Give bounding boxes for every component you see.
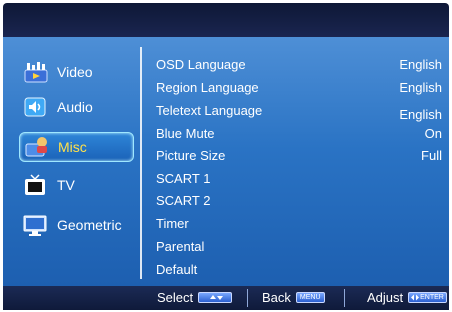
menu-row-label: Picture Size	[156, 147, 226, 163]
tv-icon	[23, 174, 49, 196]
menu-row-scart-2[interactable]: SCART 2	[156, 189, 446, 211]
footer-divider	[344, 289, 345, 307]
sidebar-item-misc[interactable]: Misc	[19, 132, 134, 162]
footer-divider	[247, 289, 248, 307]
menu-row-region-language[interactable]: Region Language English	[156, 76, 446, 98]
footer-adjust-label: Adjust	[367, 290, 404, 305]
menu-row-label: OSD Language	[156, 56, 246, 72]
menu-divider	[140, 47, 142, 279]
menu-row-value: English	[399, 106, 442, 122]
menu-panel: Video Audio Misc TV Geometric OSD Langua…	[3, 37, 449, 286]
sidebar-item-audio[interactable]: Audio	[19, 92, 134, 122]
footer-select-hint: Select	[157, 290, 233, 305]
sidebar-item-video[interactable]: Video	[19, 57, 134, 87]
monitor-icon	[23, 214, 49, 236]
enter-key-icon: ENTER	[408, 292, 447, 303]
menu-row-value: English	[399, 79, 442, 95]
menu-key-icon: MENU	[295, 292, 325, 303]
menu-row-label: Timer	[156, 215, 189, 231]
footer-back-label: Back	[262, 290, 291, 305]
sidebar-item-label: Misc	[58, 139, 87, 155]
sidebar-item-label: Geometric	[57, 217, 122, 233]
sidebar-item-geometric[interactable]: Geometric	[19, 210, 134, 240]
menu-row-value: On	[424, 125, 442, 141]
menu-row-label: SCART 1	[156, 170, 211, 186]
menu-row-label: SCART 2	[156, 192, 211, 208]
footer-select-label: Select	[157, 290, 194, 305]
speaker-icon	[23, 96, 49, 118]
menu-row-label: Region Language	[156, 79, 259, 95]
sidebar-item-tv[interactable]: TV	[19, 170, 134, 200]
up-down-arrow-icon	[198, 292, 233, 303]
sidebar-item-label: Video	[57, 64, 93, 80]
menu-row-blue-mute[interactable]: Blue Mute On	[156, 122, 446, 144]
footer-adjust-hint: Adjust ENTER	[367, 290, 447, 305]
menu-row-value: English	[399, 56, 442, 72]
enter-key-label: ENTER	[420, 294, 444, 301]
menu-row-label: Default	[156, 261, 198, 277]
menu-row-label: Teletext Language	[156, 102, 263, 118]
menu-row-osd-language[interactable]: OSD Language English	[156, 53, 446, 75]
menu-row-scart-1[interactable]: SCART 1	[156, 167, 446, 189]
menu-row-value: Full	[421, 147, 442, 163]
misc-icon	[24, 136, 50, 158]
osd-menu-window: Video Audio Misc TV Geometric OSD Langua…	[0, 0, 452, 312]
menu-row-default[interactable]: Default	[156, 258, 446, 280]
menu-row-timer[interactable]: Timer	[156, 212, 446, 234]
menu-row-picture-size[interactable]: Picture Size Full	[156, 144, 446, 166]
sidebar-item-label: Audio	[57, 99, 93, 115]
title-bar	[3, 3, 449, 37]
footer-hint-bar: Select Back MENU Adjust ENTER	[3, 286, 449, 310]
video-icon	[23, 61, 49, 83]
menu-row-label: Blue Mute	[156, 125, 215, 141]
menu-row-label: Parental	[156, 238, 205, 254]
menu-row-parental[interactable]: Parental	[156, 235, 446, 257]
left-right-arrow-icon	[411, 294, 420, 301]
sidebar-item-label: TV	[57, 177, 75, 193]
footer-back-hint: Back MENU	[262, 290, 325, 305]
menu-row-teletext-language[interactable]: Teletext Language English	[156, 99, 446, 122]
